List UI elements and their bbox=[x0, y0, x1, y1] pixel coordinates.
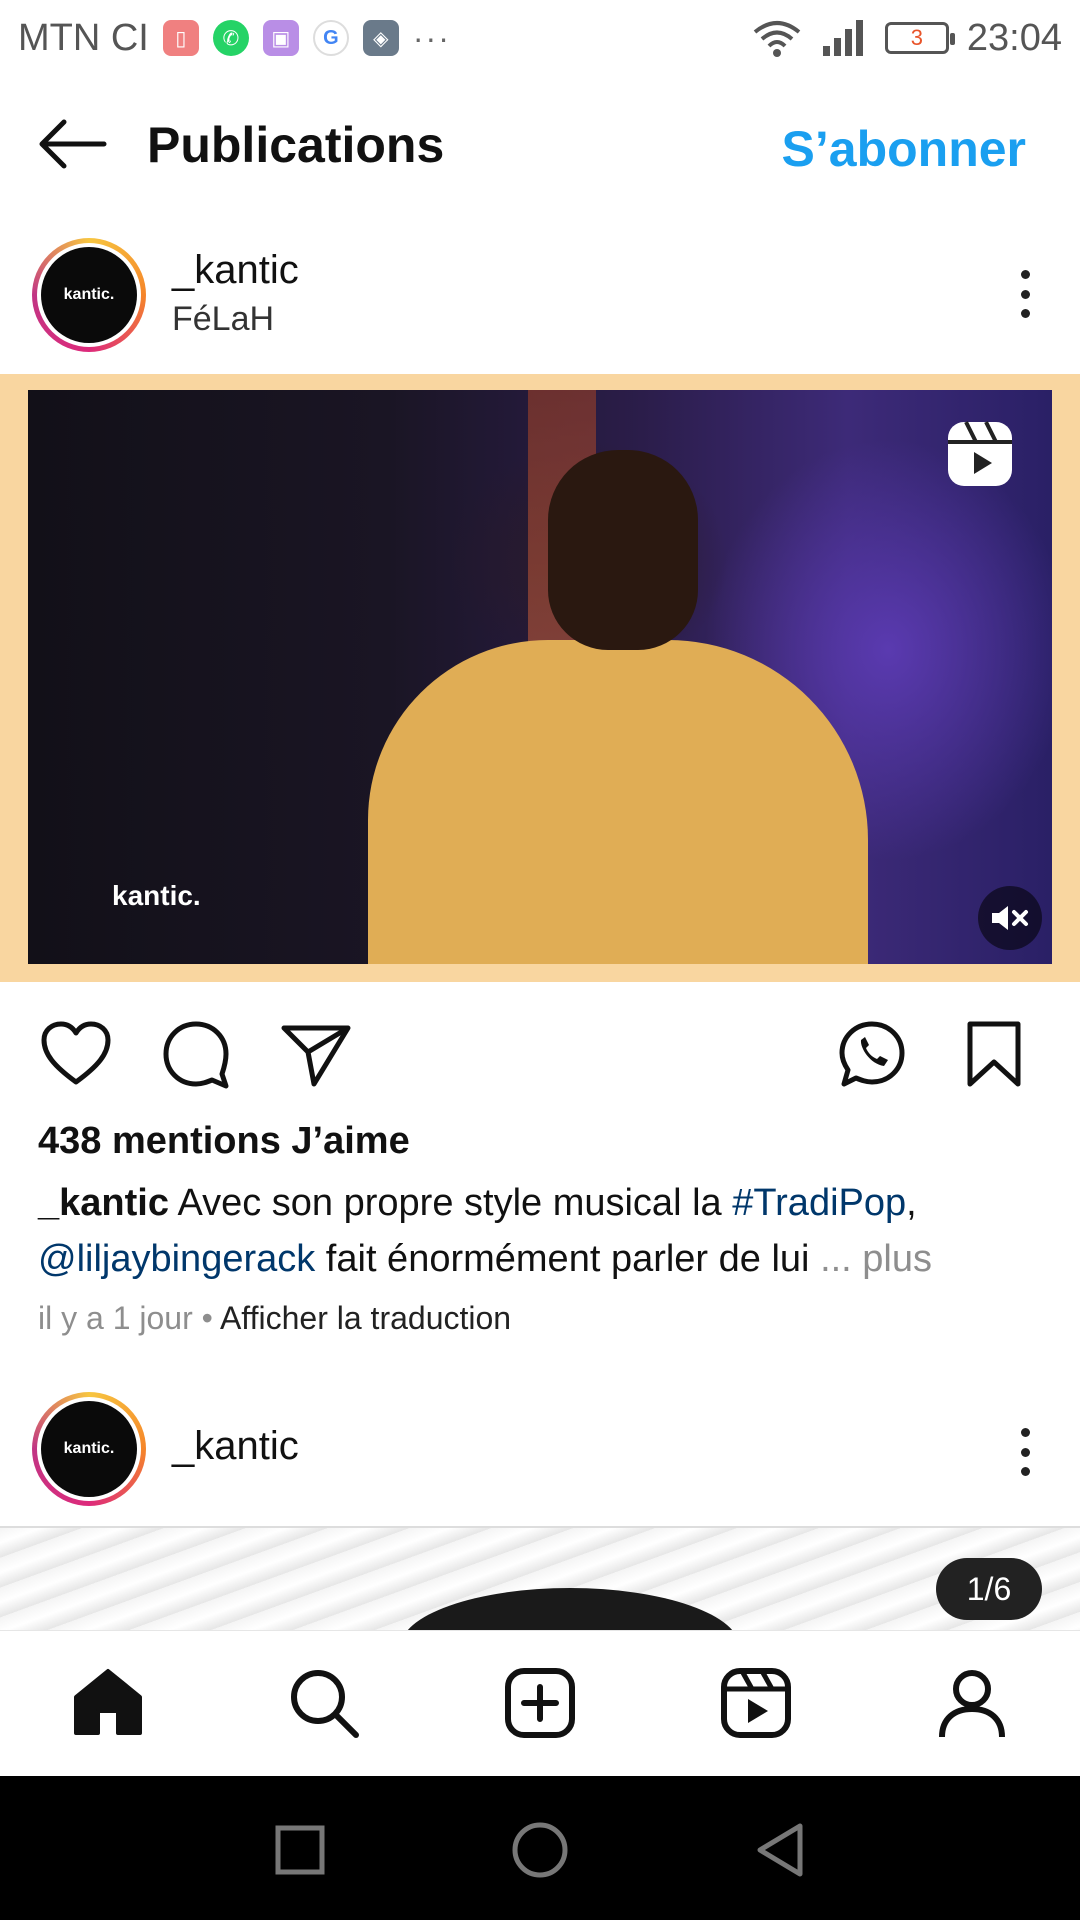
next-post-media[interactable]: 1/6 bbox=[0, 1526, 1080, 1630]
more-notifications-icon: ··· bbox=[412, 19, 451, 56]
top-bar: Publications S’abonner bbox=[0, 90, 1080, 200]
heart-icon[interactable] bbox=[40, 1018, 112, 1090]
post-caption: _kantic Avec son propre style musical la… bbox=[38, 1175, 1048, 1287]
send-icon[interactable] bbox=[280, 1018, 352, 1090]
create-icon[interactable] bbox=[502, 1665, 578, 1741]
person-hoodie bbox=[368, 640, 868, 964]
more-options-icon[interactable] bbox=[1010, 1422, 1040, 1482]
post-timestamp: il y a 1 jour bbox=[38, 1300, 193, 1336]
caption-text: , bbox=[906, 1182, 917, 1224]
battery-indicator: 3 bbox=[884, 22, 955, 54]
wifi-icon bbox=[753, 21, 801, 57]
video-player[interactable]: kantic. bbox=[28, 390, 1052, 964]
home-icon[interactable] bbox=[70, 1665, 146, 1741]
back-arrow-icon[interactable] bbox=[34, 114, 110, 174]
game-icon: ◈ bbox=[362, 20, 399, 56]
carousel-counter: 1/6 bbox=[936, 1558, 1042, 1620]
avatar[interactable]: kantic. bbox=[32, 1392, 146, 1506]
avatar-logo: kantic. bbox=[41, 1401, 137, 1497]
post-header: kantic. _kantic FéLaH bbox=[0, 234, 1080, 354]
avatar-logo: kantic. bbox=[41, 247, 137, 343]
meta-separator: • bbox=[192, 1300, 220, 1336]
back-triangle-icon[interactable] bbox=[750, 1820, 810, 1880]
signal-icon bbox=[822, 20, 863, 56]
translate-link[interactable]: Afficher la traduction bbox=[220, 1300, 511, 1336]
page-title: Publications bbox=[147, 117, 445, 173]
post-username[interactable]: _kantic bbox=[172, 1424, 299, 1469]
more-options-icon[interactable] bbox=[1010, 264, 1040, 324]
carrier-name: MTN CI bbox=[18, 16, 149, 59]
caption-hashtag[interactable]: #TradiPop bbox=[732, 1182, 906, 1224]
post-media[interactable]: kantic. bbox=[0, 374, 1080, 982]
gallery-icon: ▣ bbox=[262, 20, 299, 56]
likes-count[interactable]: 438 mentions J’aime bbox=[38, 1120, 410, 1163]
comment-icon[interactable] bbox=[160, 1018, 232, 1090]
profile-icon[interactable] bbox=[934, 1665, 1010, 1741]
system-nav-bar bbox=[0, 1776, 1080, 1920]
post-username[interactable]: _kantic bbox=[172, 248, 299, 293]
whatsapp-icon: ✆ bbox=[212, 20, 249, 56]
person-head bbox=[548, 450, 698, 650]
caption-username[interactable]: _kantic bbox=[38, 1182, 169, 1224]
follow-button[interactable]: S’abonner bbox=[782, 120, 1026, 178]
clock: 23:04 bbox=[966, 16, 1062, 59]
avatar[interactable]: kantic. bbox=[32, 238, 146, 352]
post-meta: il y a 1 jour • Afficher la traduction bbox=[38, 1300, 511, 1337]
post-actions bbox=[0, 1012, 1080, 1094]
home-circle-icon[interactable] bbox=[510, 1820, 570, 1880]
mute-toggle[interactable] bbox=[978, 886, 1042, 950]
reels-badge-icon bbox=[948, 421, 1012, 486]
video-watermark: kantic. bbox=[112, 880, 201, 911]
recent-apps-icon[interactable] bbox=[270, 1820, 330, 1880]
reels-icon[interactable] bbox=[718, 1665, 794, 1741]
search-icon[interactable] bbox=[286, 1665, 362, 1741]
status-bar: MTN CI ▯ ✆ ▣ G ◈ ··· 3 23:04 bbox=[0, 0, 1080, 76]
caption-text: fait énormément parler de lui bbox=[315, 1238, 821, 1280]
status-left: MTN CI ▯ ✆ ▣ G ◈ ··· bbox=[18, 17, 451, 60]
status-right: 3 23:04 bbox=[751, 17, 1062, 60]
caption-more-link[interactable]: ... plus bbox=[820, 1238, 932, 1280]
post-subtitle[interactable]: FéLaH bbox=[172, 300, 274, 339]
caption-text: Avec son propre style musical la bbox=[177, 1182, 733, 1224]
whatsapp-icon[interactable] bbox=[836, 1018, 908, 1090]
next-post-header: kantic. _kantic bbox=[0, 1388, 1080, 1508]
google-icon: G bbox=[312, 20, 349, 56]
bottom-nav bbox=[0, 1630, 1080, 1776]
caption-mention[interactable]: @liljaybingerack bbox=[38, 1238, 315, 1280]
battery-app-icon: ▯ bbox=[162, 20, 199, 56]
battery-level: 3 bbox=[910, 25, 924, 50]
speaker-muted-icon bbox=[992, 906, 1028, 930]
bookmark-icon[interactable] bbox=[958, 1018, 1030, 1090]
